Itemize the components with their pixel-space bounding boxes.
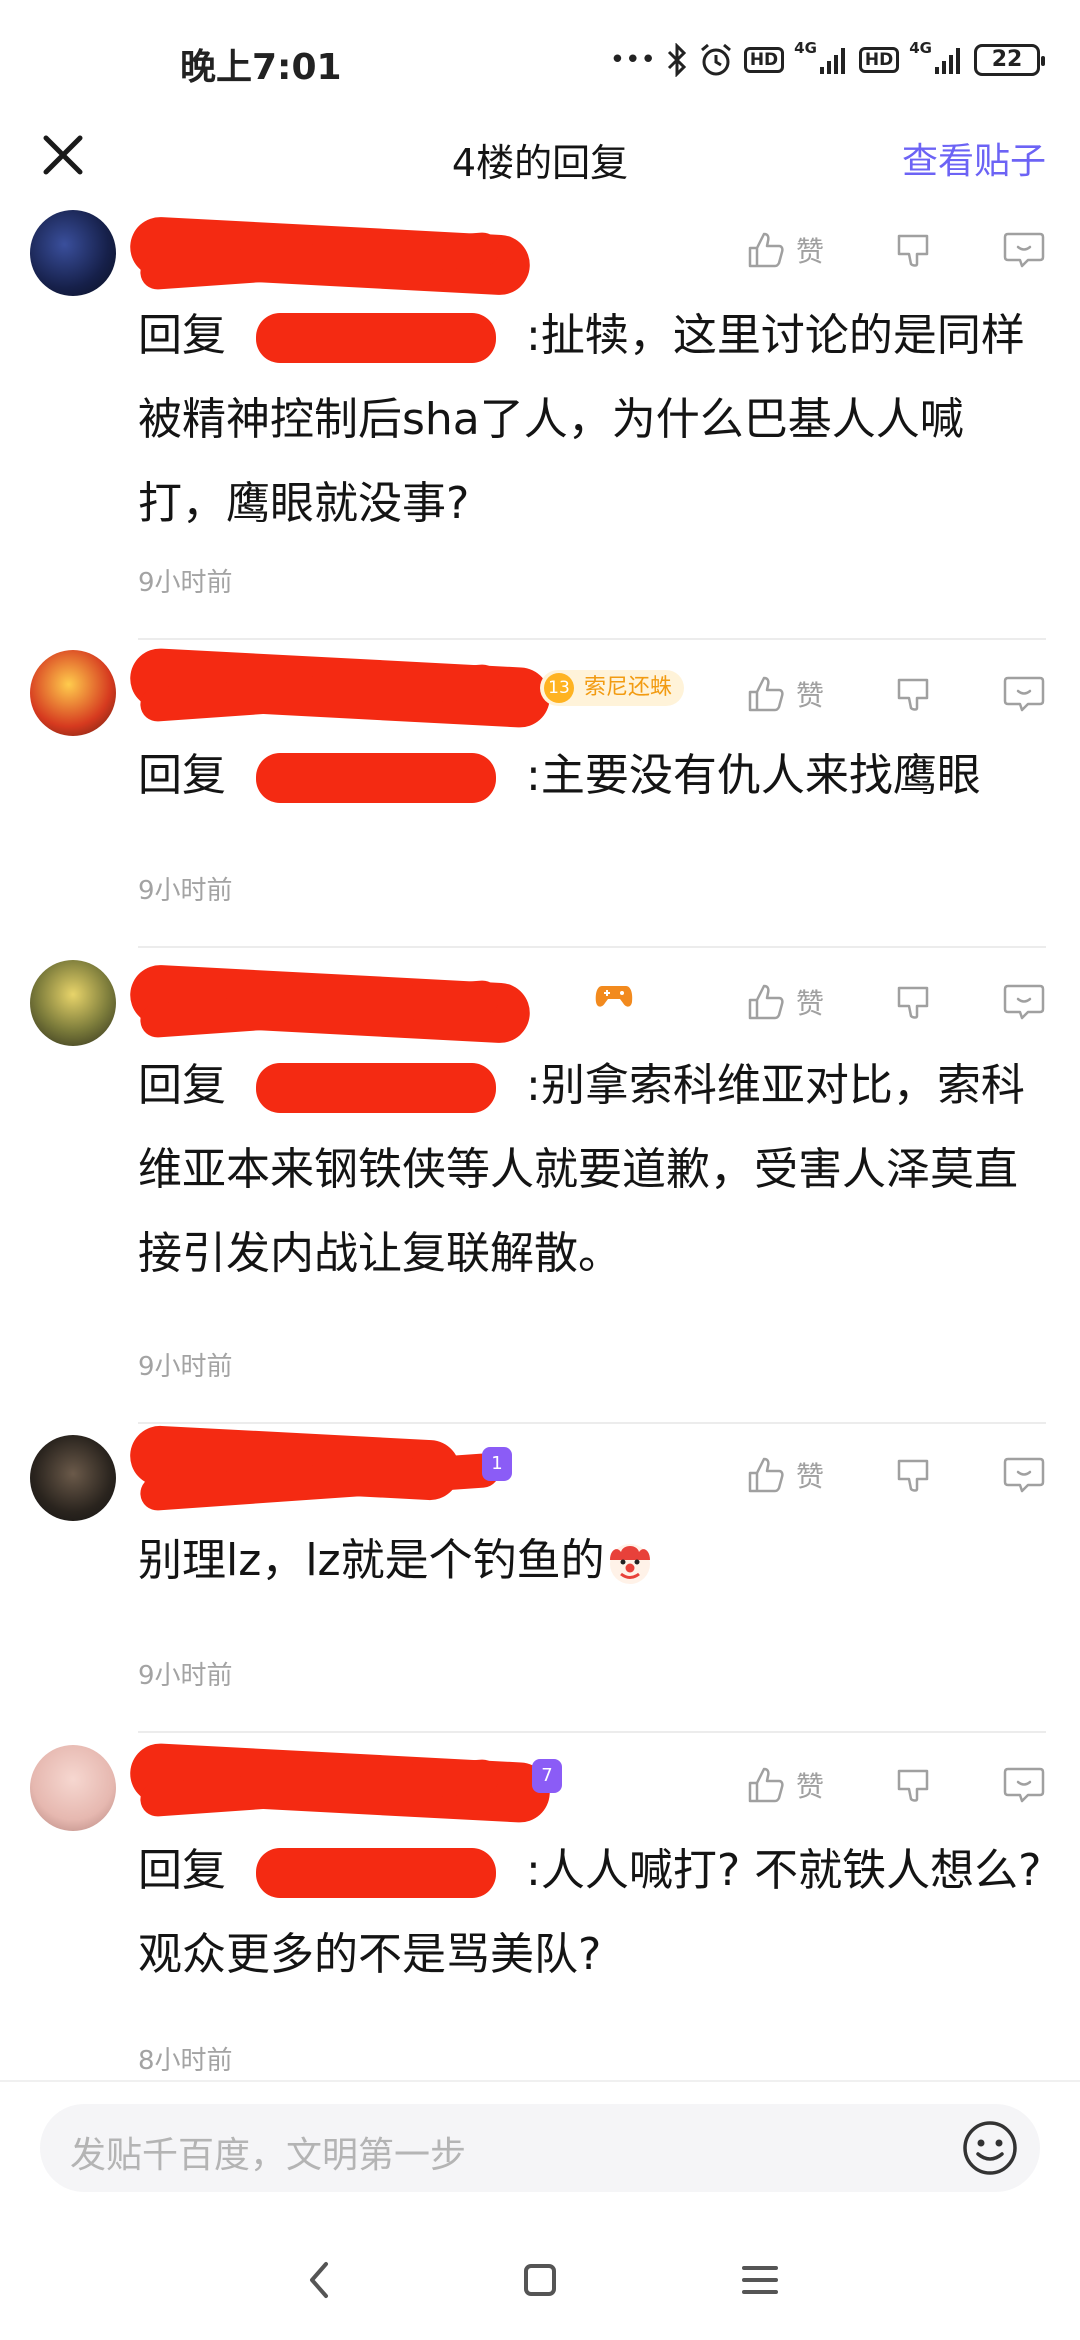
mention-redacted[interactable] xyxy=(236,1063,516,1113)
reply-actions: 赞 xyxy=(746,972,1046,1032)
reply-item: 赞 回复:扯犊，这里讨论的是同样被精神控制后sha了人，为什么巴基人人喊打，鹰眼… xyxy=(0,200,1080,640)
username-redacted xyxy=(128,215,550,297)
thumbs-down-icon[interactable] xyxy=(893,982,933,1022)
like-label: 赞 xyxy=(796,987,825,1020)
comment-icon[interactable] xyxy=(1002,1455,1046,1495)
level-badge: 7 xyxy=(532,1759,562,1793)
reply-prefix: 回复 xyxy=(138,310,226,361)
thumbs-down-icon[interactable] xyxy=(893,1765,933,1805)
reply-text: 回复:人人喊打? 不就铁人想么? 观众更多的不是骂美队? xyxy=(138,1829,1048,1997)
hd-icon: HD xyxy=(743,47,785,73)
status-icons: ••• HD 4G HD 4G 22 xyxy=(609,38,1045,82)
mention-redacted[interactable] xyxy=(236,313,516,363)
divider xyxy=(138,1731,1046,1733)
timestamp: 9小时前 xyxy=(138,876,233,906)
comment-icon[interactable] xyxy=(1002,1765,1046,1805)
avatar[interactable] xyxy=(30,210,116,296)
username-redacted xyxy=(128,1742,552,1824)
status-time: 晚上7:01 xyxy=(180,47,342,88)
like-label: 赞 xyxy=(796,235,825,268)
system-nav-bar xyxy=(0,2210,1080,2340)
network-type: 4G xyxy=(794,39,817,57)
clown-emoji-icon xyxy=(609,1544,650,1584)
reply-list: 赞 回复:扯犊，这里讨论的是同样被精神控制后sha了人，为什么巴基人人喊打，鹰眼… xyxy=(0,200,1080,2080)
username-redacted xyxy=(128,647,552,729)
thumbs-up-icon xyxy=(748,1457,784,1493)
signal-icon xyxy=(819,48,845,74)
reply-prefix: 回复 xyxy=(138,1845,226,1896)
emoji-icon[interactable] xyxy=(960,2118,1020,2178)
composer-bar: 发贴千百度，文明第一步 xyxy=(0,2080,1080,2210)
mention-redacted[interactable] xyxy=(236,753,516,803)
reply-item: 13 索尼还蛛 赞 回复 :主要没有仇人来找鹰眼 9小时前 xyxy=(0,640,1080,950)
status-bar: 晚上7:01 ••• HD 4G HD 4G 22 xyxy=(0,0,1080,120)
level-number: 13 xyxy=(544,673,574,703)
reply-actions: 赞 xyxy=(746,664,1046,724)
like-button[interactable]: 赞 xyxy=(746,674,824,714)
level-badge: 13 索尼还蛛 xyxy=(540,670,685,706)
view-post-link[interactable]: 查看贴子 xyxy=(902,132,1046,184)
like-button[interactable]: 赞 xyxy=(746,230,824,270)
thumbs-up-icon xyxy=(748,232,784,268)
avatar[interactable] xyxy=(30,1745,116,1831)
level-badge: 1 xyxy=(482,1447,512,1481)
reply-prefix: 回复 xyxy=(138,1060,226,1111)
comment-icon[interactable] xyxy=(1002,982,1046,1022)
mention-redacted[interactable] xyxy=(236,1848,516,1898)
reply-actions: 赞 xyxy=(746,1445,1046,1505)
thumbs-down-icon[interactable] xyxy=(893,1455,933,1495)
avatar[interactable] xyxy=(30,1435,116,1521)
reply-prefix: 回复 xyxy=(138,750,226,801)
reply-text: 回复 :主要没有仇人来找鹰眼 xyxy=(138,734,1048,818)
like-button[interactable]: 赞 xyxy=(746,982,824,1022)
alarm-icon xyxy=(700,43,731,76)
like-label: 赞 xyxy=(796,1770,825,1803)
comment-icon[interactable] xyxy=(1002,674,1046,714)
comment-icon[interactable] xyxy=(1002,230,1046,270)
reply-text: 回复:扯犊，这里讨论的是同样被精神控制后sha了人，为什么巴基人人喊打，鹰眼就没… xyxy=(138,294,1048,546)
battery-icon: 22 xyxy=(974,44,1045,76)
avatar[interactable] xyxy=(30,650,116,736)
like-button[interactable]: 赞 xyxy=(746,1455,824,1495)
dots-icon: ••• xyxy=(609,45,656,75)
reply-content: :主要没有仇人来找鹰眼 xyxy=(526,750,981,801)
menu-icon[interactable] xyxy=(730,2250,790,2310)
reply-input-placeholder: 发贴千百度，文明第一步 xyxy=(70,2135,467,2176)
timestamp: 9小时前 xyxy=(138,1661,233,1691)
divider xyxy=(138,1422,1046,1424)
thumbs-up-icon xyxy=(748,676,784,712)
thumbs-down-icon[interactable] xyxy=(893,230,933,270)
timestamp: 9小时前 xyxy=(138,568,233,598)
timestamp: 9小时前 xyxy=(138,1352,233,1382)
username-redacted xyxy=(128,963,550,1045)
reply-item: 1 赞 别理lz，lz就是个钓鱼的 9小时前 xyxy=(0,1424,1080,1735)
like-button[interactable]: 赞 xyxy=(746,1765,824,1805)
bluetooth-icon xyxy=(667,43,686,77)
signal-icon xyxy=(935,48,960,74)
like-label: 赞 xyxy=(796,1460,825,1493)
gamepad-icon xyxy=(595,986,633,1007)
reply-text: 回复:别拿索科维亚对比，索科维亚本来钢铁侠等人就要道歉，受害人泽莫直接引发内战让… xyxy=(138,1044,1048,1296)
back-icon[interactable] xyxy=(290,2250,350,2310)
reply-item: 赞 回复:别拿索科维亚对比，索科维亚本来钢铁侠等人就要道歉，受害人泽莫直接引发内… xyxy=(0,950,1080,1425)
reply-input[interactable]: 发贴千百度，文明第一步 xyxy=(40,2104,1040,2192)
reply-item: 7 赞 回复:人人喊打? 不就铁人想么? 观众更多的不是骂美队? 8小时前 xyxy=(0,1735,1080,2080)
divider xyxy=(138,946,1046,948)
network-type: 4G xyxy=(909,39,932,57)
home-icon[interactable] xyxy=(510,2250,570,2310)
reply-actions: 赞 xyxy=(746,220,1046,280)
username-redacted xyxy=(128,1424,501,1512)
reply-content: 别理lz，lz就是个钓鱼的 xyxy=(138,1535,605,1586)
thumbs-down-icon[interactable] xyxy=(893,674,933,714)
reply-text: 别理lz，lz就是个钓鱼的 xyxy=(138,1519,1048,1603)
reply-actions: 赞 xyxy=(746,1755,1046,1815)
avatar[interactable] xyxy=(30,960,116,1046)
timestamp: 8小时前 xyxy=(138,2046,233,2076)
badge-text: 索尼还蛛 xyxy=(584,675,673,700)
thumbs-up-icon xyxy=(748,984,784,1020)
hd-icon: HD xyxy=(858,47,900,73)
thumbs-up-icon xyxy=(748,1767,784,1803)
like-label: 赞 xyxy=(796,679,825,712)
